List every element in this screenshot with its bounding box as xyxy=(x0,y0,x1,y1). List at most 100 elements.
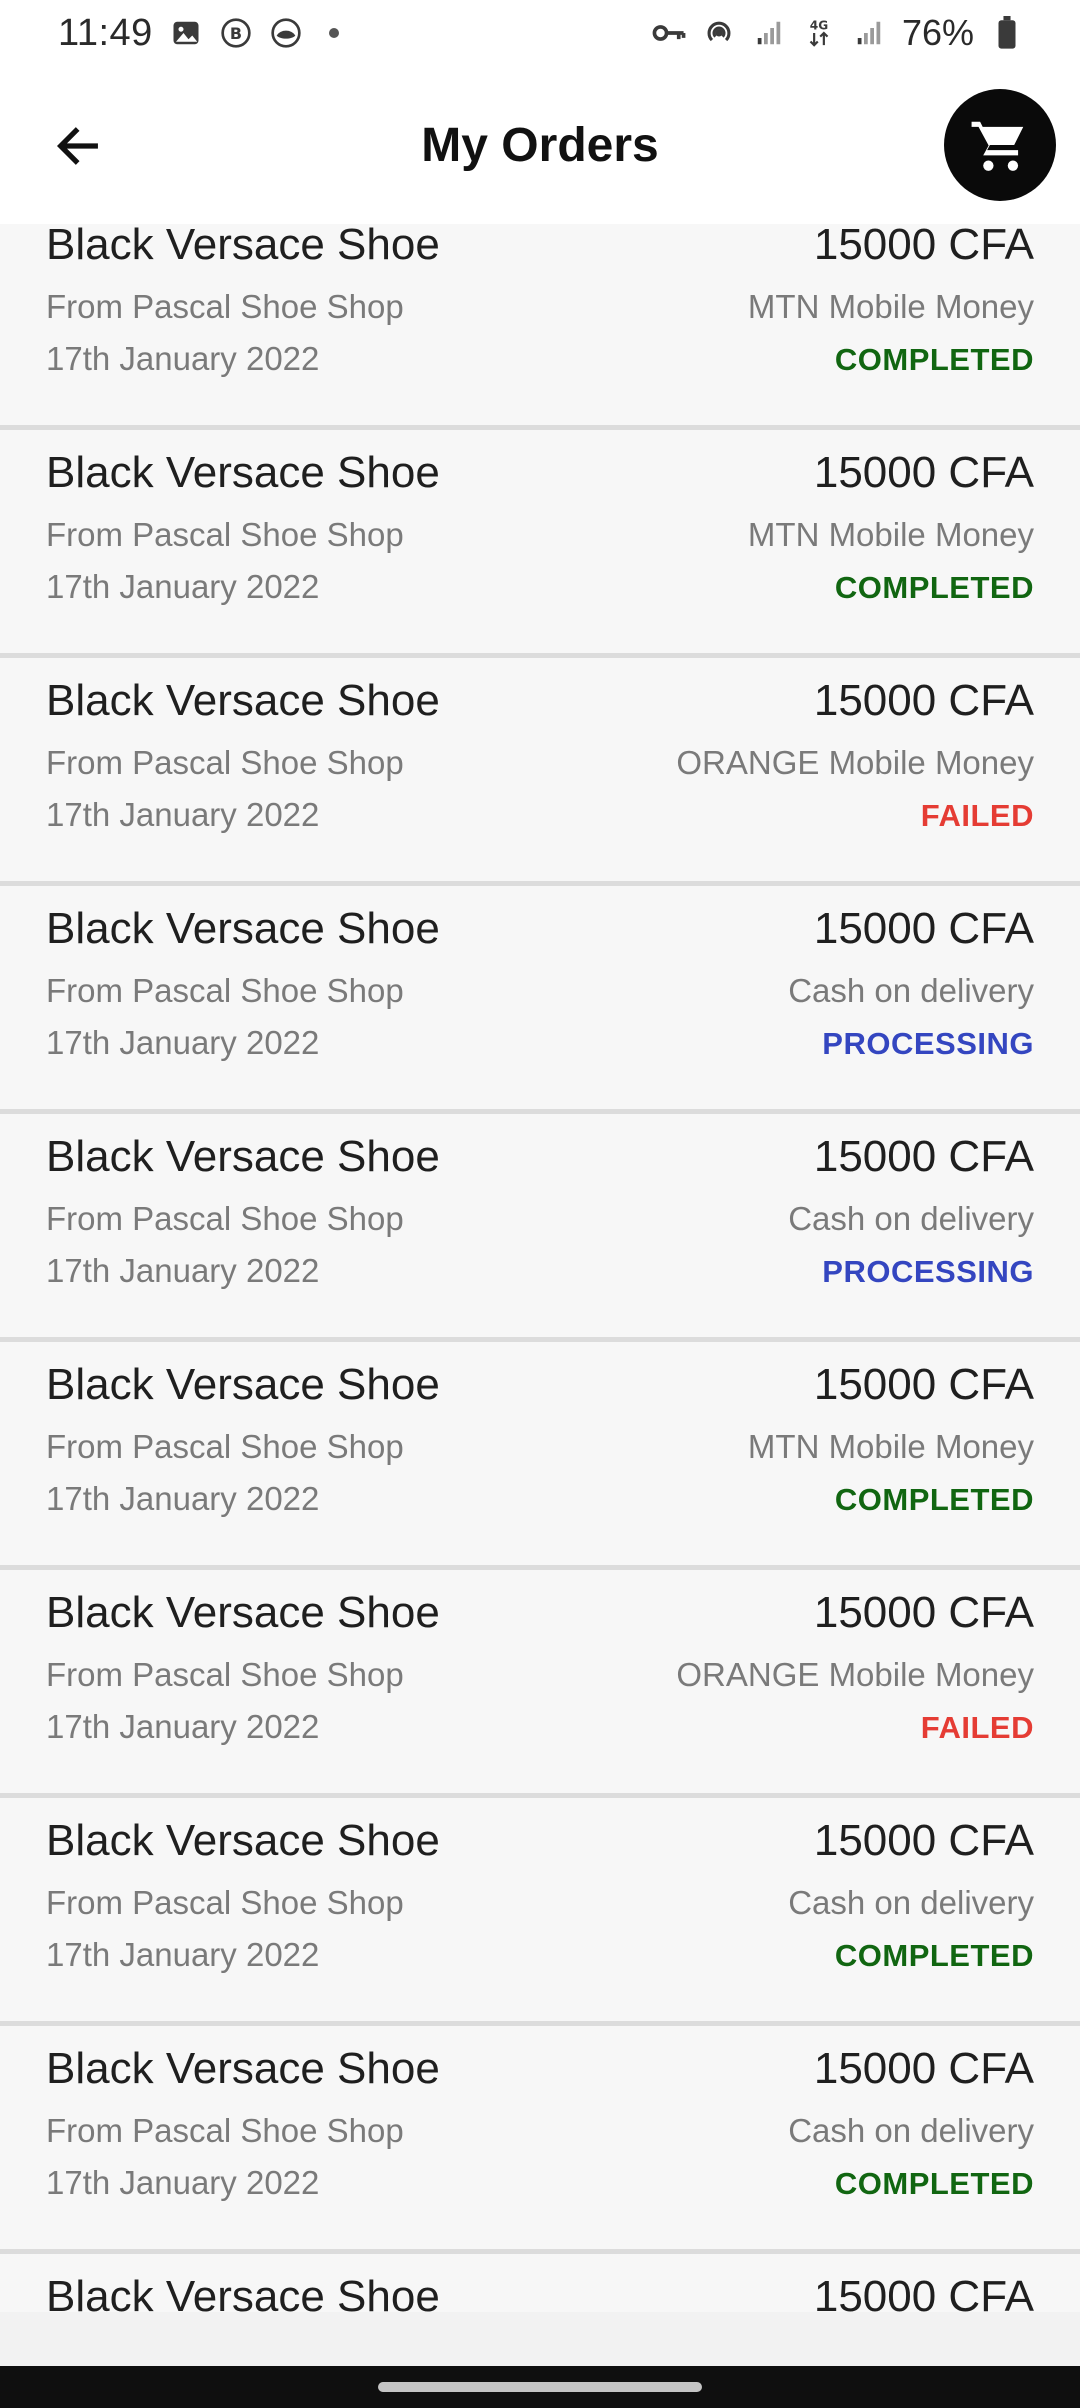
image-icon xyxy=(169,16,203,50)
product-name: Black Versace Shoe xyxy=(46,224,440,269)
order-card[interactable]: Black Versace Shoe 15000 CFA From Pascal… xyxy=(0,1342,1080,1570)
order-row-top: Black Versace Shoe 15000 CFA xyxy=(46,2272,1034,2312)
screen: 11:49 B 4G 76% My Orders Black Versace S… xyxy=(0,0,1080,2408)
payment-method: Cash on delivery xyxy=(788,1200,1034,1237)
bottom-gap xyxy=(0,2312,1080,2366)
shopping-cart-icon xyxy=(971,121,1024,171)
order-date: 17th January 2022 xyxy=(46,1480,320,1517)
key-icon xyxy=(652,16,686,50)
order-price: 15000 CFA xyxy=(813,1816,1034,1865)
order-price: 15000 CFA xyxy=(813,448,1034,497)
home-gesture-handle[interactable] xyxy=(378,2382,702,2392)
order-row-bottom: 17th January 2022 FAILED xyxy=(46,796,1034,834)
order-status-badge: COMPLETED xyxy=(834,2166,1034,2201)
status-time: 11:49 xyxy=(58,11,153,54)
order-status-badge: FAILED xyxy=(920,1710,1034,1745)
battery-level: 76% xyxy=(901,12,974,53)
product-name: Black Versace Shoe xyxy=(46,904,440,953)
dot-icon xyxy=(328,28,339,38)
page-title: My Orders xyxy=(421,118,659,172)
order-date: 17th January 2022 xyxy=(46,340,320,377)
order-price: 15000 CFA xyxy=(813,1132,1034,1181)
order-row-middle: From Pascal Shoe Shop MTN Mobile Money xyxy=(46,288,1034,326)
order-card[interactable]: Black Versace Shoe 15000 CFA From Pascal… xyxy=(0,1798,1080,2026)
order-row-top: Black Versace Shoe 15000 CFA xyxy=(46,1132,1034,1182)
order-row-middle: From Pascal Shoe Shop Cash on delivery xyxy=(46,1884,1034,1922)
b-circle-icon: B xyxy=(219,16,253,50)
order-list-inner: Black Versace Shoe 15000 CFA From Pascal… xyxy=(0,224,1080,2312)
shop-name: From Pascal Shoe Shop xyxy=(46,1428,404,1465)
order-date: 17th January 2022 xyxy=(46,1024,320,1061)
payment-method: Cash on delivery xyxy=(788,2112,1034,2149)
order-row-top: Black Versace Shoe 15000 CFA xyxy=(46,904,1034,954)
order-row-middle: From Pascal Shoe Shop Cash on delivery xyxy=(46,1200,1034,1238)
order-card[interactable]: Black Versace Shoe 15000 CFA From Pascal… xyxy=(0,430,1080,658)
eye-circle-icon xyxy=(269,16,303,50)
payment-method: Cash on delivery xyxy=(788,972,1034,1009)
shop-name: From Pascal Shoe Shop xyxy=(46,516,404,553)
order-price: 15000 CFA xyxy=(813,676,1034,725)
order-status-badge: FAILED xyxy=(920,798,1034,833)
order-row-bottom: 17th January 2022 COMPLETED xyxy=(46,340,1034,378)
order-price: 15000 CFA xyxy=(813,1360,1034,1409)
shop-name: From Pascal Shoe Shop xyxy=(46,2112,404,2149)
order-row-middle: From Pascal Shoe Shop MTN Mobile Money xyxy=(46,516,1034,554)
order-status-badge: COMPLETED xyxy=(834,570,1034,605)
order-row-bottom: 17th January 2022 COMPLETED xyxy=(46,568,1034,606)
order-date: 17th January 2022 xyxy=(46,2164,320,2201)
order-row-bottom: 17th January 2022 PROCESSING xyxy=(46,1252,1034,1290)
system-nav-bar xyxy=(0,2366,1080,2408)
order-row-middle: From Pascal Shoe Shop ORANGE Mobile Mone… xyxy=(46,1656,1034,1694)
signal-icon-2 xyxy=(852,16,886,50)
svg-text:4G: 4G xyxy=(810,18,828,32)
svg-text:B: B xyxy=(230,24,242,43)
shop-name: From Pascal Shoe Shop xyxy=(46,744,404,781)
order-row-top: Black Versace Shoe 15000 CFA xyxy=(46,224,1034,270)
payment-method: Cash on delivery xyxy=(788,1884,1034,1921)
order-row-top: Black Versace Shoe 15000 CFA xyxy=(46,1588,1034,1638)
product-name: Black Versace Shoe xyxy=(46,2044,440,2093)
order-card[interactable]: Black Versace Shoe 15000 CFA From Pascal… xyxy=(0,658,1080,886)
order-row-top: Black Versace Shoe 15000 CFA xyxy=(46,1816,1034,1866)
signal-icon xyxy=(752,16,786,50)
order-card[interactable]: Black Versace Shoe 15000 CFA xyxy=(0,2254,1080,2312)
product-name: Black Versace Shoe xyxy=(46,2272,440,2312)
order-row-middle: From Pascal Shoe Shop MTN Mobile Money xyxy=(46,1428,1034,1466)
back-button[interactable] xyxy=(40,108,116,184)
payment-method: MTN Mobile Money xyxy=(747,1428,1034,1465)
order-date: 17th January 2022 xyxy=(46,796,320,833)
status-left: 11:49 B xyxy=(58,12,339,55)
payment-method: MTN Mobile Money xyxy=(747,288,1034,325)
order-date: 17th January 2022 xyxy=(46,1936,320,1973)
product-name: Black Versace Shoe xyxy=(46,676,440,725)
order-row-bottom: 17th January 2022 COMPLETED xyxy=(46,1480,1034,1518)
order-row-top: Black Versace Shoe 15000 CFA xyxy=(46,2044,1034,2094)
payment-method: ORANGE Mobile Money xyxy=(676,1656,1034,1693)
order-price: 15000 CFA xyxy=(813,1588,1034,1637)
order-card[interactable]: Black Versace Shoe 15000 CFA From Pascal… xyxy=(0,1114,1080,1342)
order-card[interactable]: Black Versace Shoe 15000 CFA From Pascal… xyxy=(0,2026,1080,2254)
order-status-badge: PROCESSING xyxy=(822,1026,1034,1061)
hotspot-icon xyxy=(702,16,736,50)
order-card[interactable]: Black Versace Shoe 15000 CFA From Pascal… xyxy=(0,224,1080,430)
order-row-middle: From Pascal Shoe Shop Cash on delivery xyxy=(46,972,1034,1010)
product-name: Black Versace Shoe xyxy=(46,1360,440,1409)
cart-button[interactable] xyxy=(944,89,1056,201)
order-status-badge: COMPLETED xyxy=(834,1482,1034,1517)
order-price: 15000 CFA xyxy=(813,2044,1034,2093)
order-row-bottom: 17th January 2022 FAILED xyxy=(46,1708,1034,1746)
payment-method: MTN Mobile Money xyxy=(747,516,1034,553)
app-bar: My Orders xyxy=(0,66,1080,224)
order-list[interactable]: Black Versace Shoe 15000 CFA From Pascal… xyxy=(0,224,1080,2312)
status-right: 4G 76% xyxy=(652,12,1024,54)
order-row-bottom: 17th January 2022 COMPLETED xyxy=(46,2164,1034,2202)
shop-name: From Pascal Shoe Shop xyxy=(46,288,404,325)
order-price: 15000 CFA xyxy=(813,904,1034,953)
shop-name: From Pascal Shoe Shop xyxy=(46,1200,404,1237)
order-row-middle: From Pascal Shoe Shop Cash on delivery xyxy=(46,2112,1034,2150)
shop-name: From Pascal Shoe Shop xyxy=(46,1656,404,1693)
order-card[interactable]: Black Versace Shoe 15000 CFA From Pascal… xyxy=(0,886,1080,1114)
order-card[interactable]: Black Versace Shoe 15000 CFA From Pascal… xyxy=(0,1570,1080,1798)
order-date: 17th January 2022 xyxy=(46,1708,320,1745)
order-row-top: Black Versace Shoe 15000 CFA xyxy=(46,1360,1034,1410)
